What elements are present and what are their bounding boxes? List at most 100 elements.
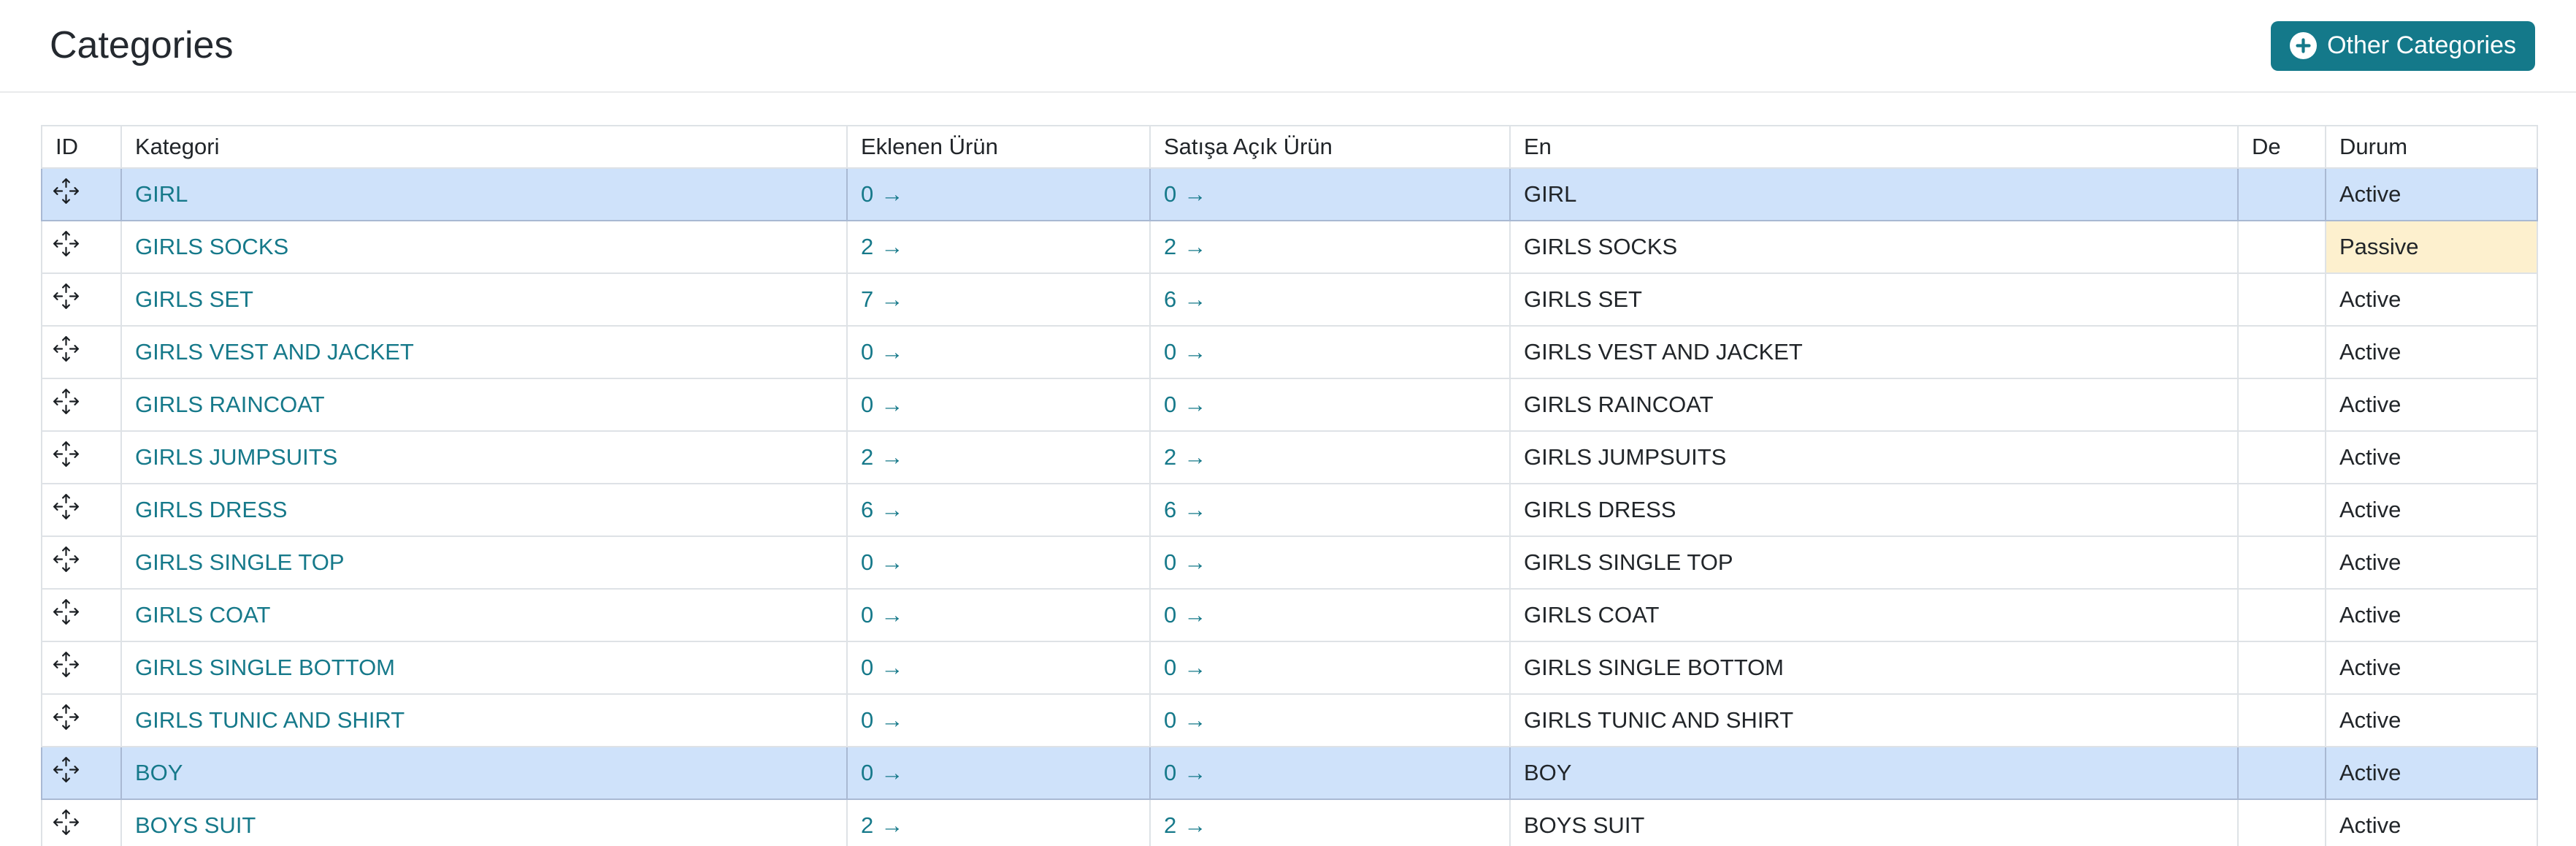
added-products-count: 7 — [861, 286, 873, 312]
category-cell: BOYS SUIT — [121, 799, 847, 846]
category-link[interactable]: GIRLS TUNIC AND SHIRT — [135, 707, 405, 733]
added-products-link[interactable]: 0→ — [861, 549, 903, 575]
move-icon[interactable] — [53, 283, 79, 309]
category-link[interactable]: BOY — [135, 760, 183, 785]
status-cell: Active — [2326, 589, 2537, 641]
move-icon[interactable] — [53, 494, 79, 519]
name-en-cell: GIRLS JUMPSUITS — [1510, 431, 2238, 484]
move-icon[interactable] — [53, 704, 79, 730]
table-row: GIRLS SINGLE BOTTOM 0→ 0→ GIRLS SINGLE B… — [42, 641, 2537, 694]
move-icon[interactable] — [53, 441, 79, 467]
added-products-link[interactable]: 0→ — [861, 392, 903, 417]
added-products-link[interactable]: 2→ — [861, 812, 903, 838]
category-link[interactable]: GIRLS SINGLE BOTTOM — [135, 655, 395, 680]
move-icon[interactable] — [53, 652, 79, 677]
category-link[interactable]: GIRL — [135, 181, 188, 207]
added-products-cell: 0→ — [847, 326, 1150, 378]
added-products-count: 0 — [861, 707, 873, 733]
move-icon[interactable] — [53, 178, 79, 204]
open-for-sale-link[interactable]: 0→ — [1164, 655, 1206, 680]
open-for-sale-count: 0 — [1164, 760, 1176, 785]
added-products-link[interactable]: 0→ — [861, 602, 903, 628]
open-for-sale-link[interactable]: 2→ — [1164, 444, 1206, 470]
move-icon[interactable] — [53, 599, 79, 625]
other-categories-button[interactable]: Other Categories — [2271, 21, 2535, 71]
added-products-link[interactable]: 7→ — [861, 286, 903, 312]
open-for-sale-link[interactable]: 6→ — [1164, 497, 1206, 522]
arrow-right-icon: → — [881, 286, 903, 312]
category-link[interactable]: GIRLS SET — [135, 286, 253, 312]
open-for-sale-link[interactable]: 0→ — [1164, 392, 1206, 417]
column-header-de: De — [2238, 126, 2326, 168]
added-products-count: 0 — [861, 181, 873, 207]
column-header-eklenen-urun: Eklenen Ürün — [847, 126, 1150, 168]
open-for-sale-count: 0 — [1164, 707, 1176, 733]
name-de-cell — [2238, 273, 2326, 326]
open-for-sale-link[interactable]: 2→ — [1164, 234, 1206, 259]
move-icon[interactable] — [53, 231, 79, 256]
added-products-link[interactable]: 0→ — [861, 707, 903, 733]
category-link[interactable]: GIRLS JUMPSUITS — [135, 444, 337, 470]
open-for-sale-count: 0 — [1164, 549, 1176, 575]
category-link[interactable]: GIRLS SINGLE TOP — [135, 549, 345, 575]
arrow-right-icon: → — [1184, 549, 1206, 575]
category-cell: GIRLS COAT — [121, 589, 847, 641]
table-row: GIRL 0→ 0→ GIRL Active — [42, 168, 2537, 221]
open-for-sale-link[interactable]: 0→ — [1164, 602, 1206, 628]
category-cell: GIRL — [121, 168, 847, 221]
arrow-right-icon: → — [1184, 497, 1206, 522]
open-for-sale-link[interactable]: 2→ — [1164, 812, 1206, 838]
category-link[interactable]: GIRLS RAINCOAT — [135, 392, 325, 417]
drag-handle-cell — [42, 168, 121, 221]
move-icon[interactable] — [53, 757, 79, 782]
page: Categories Other Categories ID Kategori — [0, 0, 2576, 846]
open-for-sale-link[interactable]: 0→ — [1164, 181, 1206, 207]
category-link[interactable]: GIRLS SOCKS — [135, 234, 288, 259]
added-products-count: 0 — [861, 392, 873, 417]
added-products-link[interactable]: 0→ — [861, 339, 903, 365]
move-icon[interactable] — [53, 389, 79, 414]
arrow-right-icon: → — [1184, 602, 1206, 628]
category-link[interactable]: GIRLS COAT — [135, 602, 270, 628]
arrow-right-icon: → — [881, 760, 903, 785]
name-en-cell: GIRLS DRESS — [1510, 484, 2238, 536]
added-products-cell: 0→ — [847, 536, 1150, 589]
category-cell: GIRLS DRESS — [121, 484, 847, 536]
name-de-cell — [2238, 326, 2326, 378]
drag-handle-cell — [42, 484, 121, 536]
move-icon[interactable] — [53, 809, 79, 835]
added-products-cell: 0→ — [847, 589, 1150, 641]
column-header-kategori: Kategori — [121, 126, 847, 168]
name-en-cell: GIRLS SOCKS — [1510, 221, 2238, 273]
open-for-sale-link[interactable]: 6→ — [1164, 286, 1206, 312]
open-for-sale-link[interactable]: 0→ — [1164, 760, 1206, 785]
open-for-sale-link[interactable]: 0→ — [1164, 339, 1206, 365]
open-for-sale-count: 2 — [1164, 812, 1176, 838]
category-link[interactable]: GIRLS VEST AND JACKET — [135, 339, 414, 365]
open-for-sale-count: 2 — [1164, 234, 1176, 259]
open-for-sale-cell: 0→ — [1150, 168, 1510, 221]
added-products-link[interactable]: 0→ — [861, 181, 903, 207]
category-link[interactable]: GIRLS DRESS — [135, 497, 287, 522]
category-link[interactable]: BOYS SUIT — [135, 812, 256, 838]
move-icon[interactable] — [53, 336, 79, 362]
added-products-link[interactable]: 2→ — [861, 444, 903, 470]
open-for-sale-cell: 2→ — [1150, 799, 1510, 846]
open-for-sale-link[interactable]: 0→ — [1164, 549, 1206, 575]
added-products-link[interactable]: 2→ — [861, 234, 903, 259]
table-row: GIRLS SET 7→ 6→ GIRLS SET Active — [42, 273, 2537, 326]
added-products-cell: 2→ — [847, 799, 1150, 846]
status-cell: Active — [2326, 431, 2537, 484]
category-cell: GIRLS VEST AND JACKET — [121, 326, 847, 378]
added-products-link[interactable]: 0→ — [861, 760, 903, 785]
move-icon[interactable] — [53, 546, 79, 572]
open-for-sale-link[interactable]: 0→ — [1164, 707, 1206, 733]
name-de-cell — [2238, 431, 2326, 484]
name-de-cell — [2238, 589, 2326, 641]
name-de-cell — [2238, 168, 2326, 221]
added-products-link[interactable]: 0→ — [861, 655, 903, 680]
added-products-link[interactable]: 6→ — [861, 497, 903, 522]
column-header-en: En — [1510, 126, 2238, 168]
added-products-cell: 0→ — [847, 378, 1150, 431]
name-en-cell: GIRLS RAINCOAT — [1510, 378, 2238, 431]
